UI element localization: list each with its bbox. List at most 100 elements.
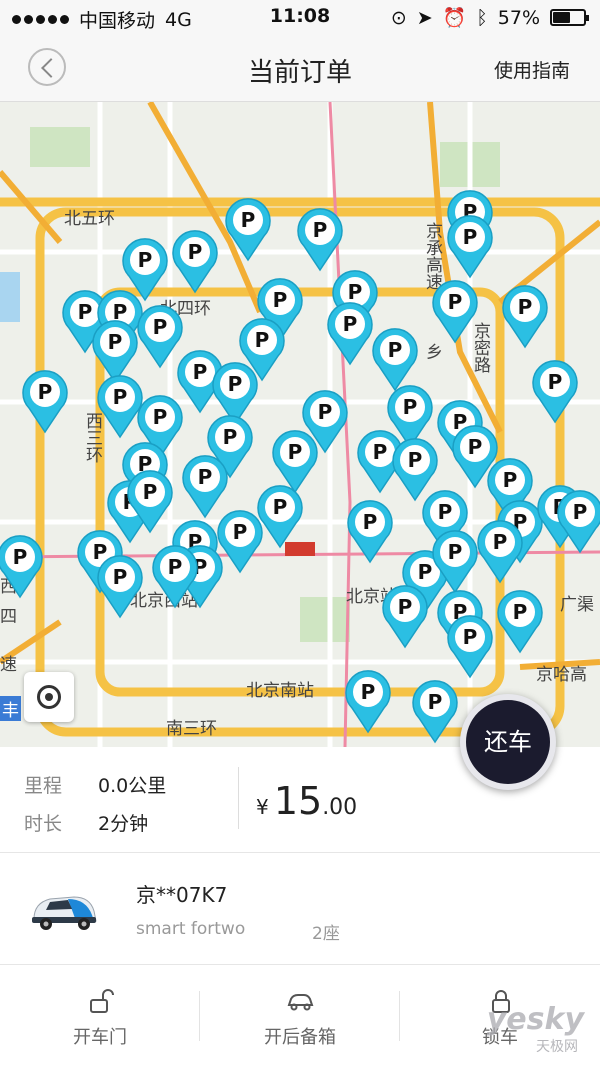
svg-text:P: P	[468, 435, 483, 459]
parking-pin-icon[interactable]: P	[431, 278, 479, 344]
parking-pin-icon[interactable]: P	[21, 368, 69, 434]
parking-pin-icon[interactable]: P	[126, 468, 174, 534]
map-label-feng: 丰	[0, 696, 21, 721]
svg-text:P: P	[503, 468, 518, 492]
battery-percent: 57%	[497, 6, 540, 29]
svg-text:P: P	[318, 400, 333, 424]
svg-text:P: P	[573, 500, 588, 524]
car-seats: 2座	[312, 924, 340, 944]
svg-text:P: P	[493, 530, 508, 554]
parking-pin-icon[interactable]: P	[501, 283, 549, 349]
bluetooth-icon: ᛒ	[476, 6, 488, 29]
price-integer: 15	[273, 779, 323, 823]
svg-text:P: P	[241, 208, 256, 232]
car-trunk-icon	[287, 994, 314, 1011]
parking-pin-icon[interactable]: P	[431, 528, 479, 594]
parking-pin-icon[interactable]: P	[344, 668, 392, 734]
svg-text:P: P	[13, 545, 28, 569]
svg-text:P: P	[113, 385, 128, 409]
car-thumbnail-icon	[32, 896, 97, 930]
status-bar: 中国移动 4G 11:08 ⊙ ➤ ⏰ ᛒ 57%	[0, 0, 600, 34]
parking-pin-icon[interactable]: P	[531, 358, 579, 424]
svg-text:P: P	[223, 425, 238, 449]
svg-text:P: P	[403, 395, 418, 419]
svg-text:P: P	[138, 248, 153, 272]
price-decimal: .00	[322, 795, 358, 820]
parking-pin-icon[interactable]: P	[171, 228, 219, 294]
svg-text:P: P	[438, 500, 453, 524]
svg-text:P: P	[168, 555, 183, 579]
map-view[interactable]: 北五环 北四环 西三环 北京西站 北京站 北京南站 南三环 广渠 京哈高 京承高…	[0, 102, 600, 747]
orientation-lock-icon: ⊙	[390, 6, 407, 29]
svg-text:P: P	[228, 372, 243, 396]
parking-pin-icon[interactable]: P	[151, 543, 199, 609]
distance-row: 里程 0.0公里	[24, 771, 166, 798]
parking-pin-icon[interactable]: P	[496, 588, 544, 654]
svg-text:P: P	[408, 448, 423, 472]
svg-text:P: P	[463, 625, 478, 649]
parking-pin-icon[interactable]: P	[224, 196, 272, 262]
parking-pin-icon[interactable]: P	[411, 678, 459, 744]
svg-text:P: P	[313, 218, 328, 242]
svg-text:P: P	[113, 565, 128, 589]
map-label-south-3rd-ring: 南三环	[166, 719, 217, 739]
guide-link[interactable]: 使用指南	[494, 56, 570, 83]
distance-value: 0.0公里	[98, 775, 167, 797]
distance-label: 里程	[24, 775, 63, 797]
svg-text:P: P	[343, 312, 358, 336]
unlock-door-button[interactable]: 开车门	[0, 965, 200, 1067]
svg-text:P: P	[273, 288, 288, 312]
parking-pin-icon[interactable]: P	[326, 300, 374, 366]
map-label-si: 四	[0, 607, 17, 627]
map-label-beijing-south-station: 北京南站	[246, 681, 314, 701]
license-plate: 京**07K7	[136, 883, 228, 907]
return-car-button[interactable]: 还车	[460, 694, 556, 790]
parking-pin-icon[interactable]: P	[476, 518, 524, 584]
price-currency: ¥	[256, 795, 269, 819]
svg-text:P: P	[188, 240, 203, 264]
duration-value: 2分钟	[98, 813, 149, 835]
parking-pin-icon[interactable]: P	[296, 206, 344, 272]
open-trunk-label: 开后备箱	[264, 1027, 336, 1048]
svg-text:P: P	[361, 680, 376, 704]
unlock-icon	[90, 989, 114, 1013]
svg-text:P: P	[448, 540, 463, 564]
svg-text:P: P	[38, 380, 53, 404]
vehicle-info: 京**07K7 smart fortwo 2座	[0, 853, 600, 965]
parking-pin-icon[interactable]: P	[556, 488, 600, 554]
parking-pin-icon[interactable]: P	[96, 553, 144, 619]
trip-price: ¥ 15.00	[256, 779, 357, 823]
svg-text:P: P	[363, 510, 378, 534]
svg-text:P: P	[193, 360, 208, 384]
parking-pin-icon[interactable]: P	[381, 583, 429, 649]
svg-text:P: P	[153, 315, 168, 339]
svg-text:P: P	[273, 495, 288, 519]
alarm-icon: ⏰	[442, 7, 467, 29]
watermark-logo: yesky	[486, 1002, 584, 1037]
svg-text:P: P	[398, 595, 413, 619]
svg-text:P: P	[518, 295, 533, 319]
svg-text:P: P	[373, 440, 388, 464]
parking-pin-icon[interactable]: P	[346, 498, 394, 564]
parking-pin-icon[interactable]: P	[446, 613, 494, 679]
svg-text:P: P	[255, 328, 270, 352]
parking-pin-icon[interactable]: P	[446, 213, 494, 279]
svg-text:P: P	[463, 225, 478, 249]
svg-text:P: P	[548, 370, 563, 394]
parking-pin-icon[interactable]: P	[0, 533, 44, 599]
map-label-su: 速	[0, 655, 17, 675]
stats-divider	[238, 767, 239, 829]
svg-text:P: P	[233, 520, 248, 544]
svg-text:P: P	[448, 290, 463, 314]
duration-row: 时长 2分钟	[24, 809, 148, 836]
locate-button[interactable]	[24, 672, 74, 722]
open-trunk-button[interactable]: 开后备箱	[200, 965, 400, 1067]
map-label-guangqu: 广渠	[560, 595, 594, 615]
map-label-jingha: 京哈高	[536, 665, 587, 685]
duration-label: 时长	[24, 813, 63, 835]
svg-text:P: P	[143, 480, 158, 504]
svg-text:P: P	[428, 690, 443, 714]
svg-text:P: P	[198, 465, 213, 489]
svg-text:P: P	[513, 600, 528, 624]
car-model: smart fortwo	[136, 919, 246, 939]
